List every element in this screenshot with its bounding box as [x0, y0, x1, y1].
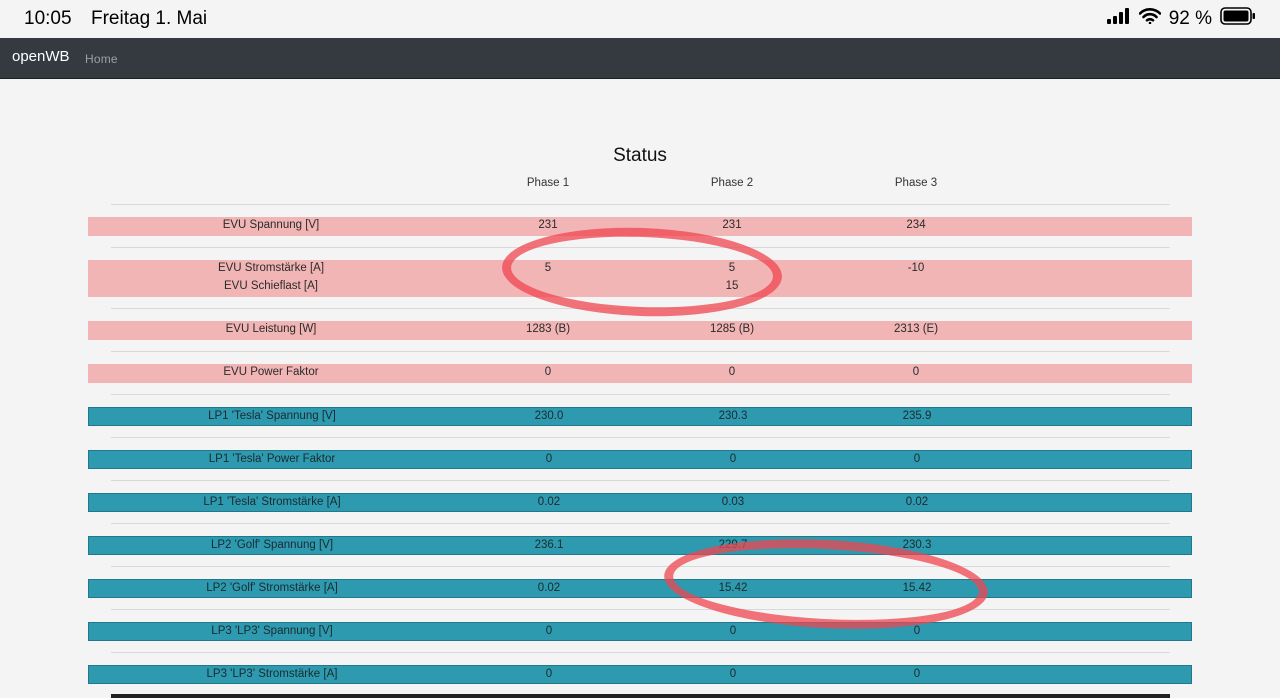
phase-3-value: 2313 (E)	[893, 323, 939, 335]
evu-row: EVU Leistung [W] 1283 (B) 1285 (B) 2313 (E)	[88, 321, 1192, 340]
phase-2-header: Phase 2	[710, 177, 754, 189]
divider	[111, 609, 1170, 610]
row-label: EVU Spannung [V]	[222, 219, 320, 231]
lp-row: LP1 'Tesla' Power Faktor 0 0 0	[88, 450, 1192, 469]
divider	[111, 523, 1170, 524]
divider	[111, 652, 1170, 653]
lp-row: LP2 'Golf' Spannung [V] 236.1 229.7 230.3	[88, 536, 1192, 555]
lp-row: LP2 'Golf' Stromstärke [A] 0.02 15.42 15.42	[88, 579, 1192, 598]
row-label: LP2 'Golf' Spannung [V]	[210, 539, 334, 551]
divider	[111, 394, 1170, 395]
row-label: LP1 'Tesla' Spannung [V]	[208, 410, 336, 422]
row-label: LP2 'Golf' Stromstärke [A]	[206, 582, 338, 594]
divider	[111, 351, 1170, 352]
brand-link[interactable]: openWB	[12, 48, 70, 65]
phase-3-value: 234	[906, 219, 926, 231]
phase-3-value: 0	[912, 366, 920, 378]
row-label: EVU Schieflast [A]	[224, 280, 318, 292]
row-label: EVU Leistung [W]	[225, 323, 317, 335]
divider	[111, 480, 1170, 481]
wifi-icon	[1138, 8, 1161, 30]
clock-time: 10:05	[24, 8, 72, 29]
phase-3-header: Phase 3	[894, 177, 938, 189]
lp-row: LP1 'Tesla' Stromstärke [A] 0.02 0.03 0.02	[88, 493, 1192, 512]
row-label: LP3 'LP3' Spannung [V]	[211, 625, 333, 637]
row-label: LP1 'Tesla' Power Faktor	[208, 453, 336, 465]
phase-3-value: 0	[913, 453, 921, 465]
nav-home-link[interactable]: Home	[85, 52, 118, 66]
phase-3-value: 0.02	[905, 496, 929, 508]
status-bar: 10:05 Freitag 1. Mai 92 %	[0, 0, 1280, 38]
status-icons: 92 %	[1106, 7, 1256, 31]
lp-row: LP3 'LP3' Stromstärke [A] 0 0 0	[88, 665, 1192, 684]
row-label: EVU Stromstärke [A]	[217, 262, 325, 274]
phase-1-header: Phase 1	[526, 177, 570, 189]
phase-3-value: 0	[913, 668, 921, 680]
divider	[111, 204, 1170, 205]
row-label: LP1 'Tesla' Stromstärke [A]	[203, 496, 341, 508]
annotation-circle-evu	[500, 223, 784, 321]
row-label: EVU Power Faktor	[223, 366, 319, 378]
phase-3-value: -10	[907, 262, 925, 274]
footer-bar	[111, 694, 1170, 698]
battery-percent: 92 %	[1168, 8, 1212, 29]
page-title: Status	[613, 145, 667, 166]
battery-icon	[1220, 7, 1256, 31]
signal-icon	[1106, 8, 1131, 30]
lp-row: LP1 'Tesla' Spannung [V] 230.0 230.3 235.9	[88, 407, 1192, 426]
divider	[111, 566, 1170, 567]
top-navbar: openWB Home	[0, 38, 1280, 79]
lp-row: LP3 'LP3' Spannung [V] 0 0 0	[88, 622, 1192, 641]
divider	[111, 437, 1170, 438]
evu-row: EVU Power Faktor 0 0 0	[88, 364, 1192, 383]
clock-date: Freitag 1. Mai	[91, 8, 208, 29]
phase-3-value: 235.9	[902, 410, 932, 422]
row-label: LP3 'LP3' Stromstärke [A]	[206, 668, 338, 680]
